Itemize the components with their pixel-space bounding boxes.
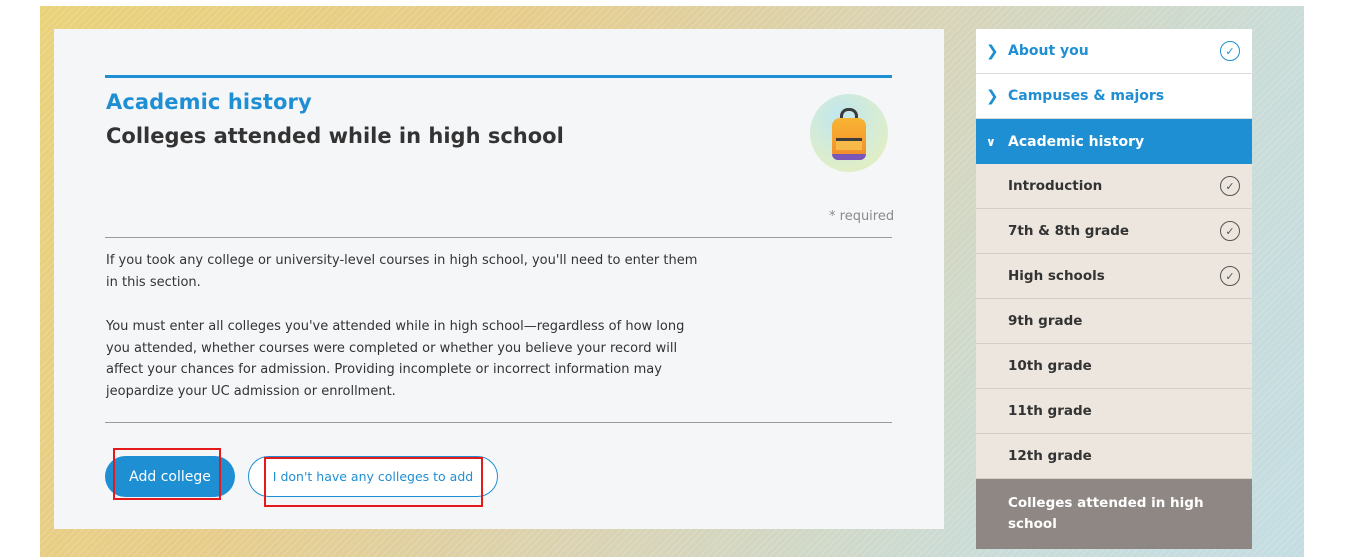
section-title: Academic history (106, 90, 312, 114)
required-note: * required (829, 209, 895, 224)
requirement-paragraph: You must enter all colleges you've atten… (106, 319, 685, 399)
sidebar-item-label: Introduction (1008, 178, 1103, 194)
sidebar-item-academic-history[interactable]: ∨ Academic history (976, 119, 1252, 164)
chevron-right-icon: ❯ (986, 87, 999, 105)
intro-paragraph: If you took any college or university-le… (106, 253, 698, 290)
page-title: Colleges attended while in high school (106, 124, 564, 148)
sidebar-subitem-7th-8th-grade[interactable]: 7th & 8th grade ✓ (976, 209, 1252, 254)
sidebar-item-label: 12th grade (1008, 448, 1092, 464)
sidebar-item-campuses-majors[interactable]: ❯ Campuses & majors (976, 74, 1252, 119)
sidebar-subitem-colleges-current[interactable]: Colleges attended in high school (976, 479, 1252, 549)
card-top-rule (105, 75, 892, 78)
chevron-down-icon: ∨ (986, 134, 996, 149)
checkmark-icon: ✓ (1220, 221, 1240, 241)
sidebar-subitem-12th-grade[interactable]: 12th grade (976, 434, 1252, 479)
sidebar-item-label: 10th grade (1008, 358, 1092, 374)
sidebar-subitem-11th-grade[interactable]: 11th grade (976, 389, 1252, 434)
divider (105, 237, 892, 238)
sidebar-item-label: 7th & 8th grade (1008, 223, 1130, 239)
checkmark-icon: ✓ (1220, 266, 1240, 286)
add-college-button[interactable]: Add college (105, 456, 235, 497)
checkmark-icon: ✓ (1220, 41, 1240, 61)
divider (105, 422, 892, 423)
sidebar-item-label: Campuses & majors (1008, 88, 1165, 104)
backpack-icon (810, 94, 888, 172)
sidebar-item-label: About you (1008, 43, 1089, 59)
sidebar-nav: ❯ About you ✓ ❯ Campuses & majors ∨ Acad… (976, 29, 1252, 557)
sidebar-subitem-introduction[interactable]: Introduction ✓ (976, 164, 1252, 209)
checkmark-icon: ✓ (1220, 176, 1240, 196)
sidebar-item-label: Academic history (1008, 133, 1145, 150)
sidebar-item-label: High schools (1008, 268, 1105, 284)
chevron-right-icon: ❯ (986, 42, 999, 60)
sidebar-item-label: 11th grade (1008, 403, 1092, 419)
sidebar-subitem-10th-grade[interactable]: 10th grade (976, 344, 1252, 389)
no-colleges-button[interactable]: I don't have any colleges to add (248, 456, 498, 497)
sidebar-subitem-9th-grade[interactable]: 9th grade (976, 299, 1252, 344)
sidebar-item-about-you[interactable]: ❯ About you ✓ (976, 29, 1252, 74)
sidebar-item-label: 9th grade (1008, 313, 1083, 329)
sidebar-subitem-high-schools[interactable]: High schools ✓ (976, 254, 1252, 299)
